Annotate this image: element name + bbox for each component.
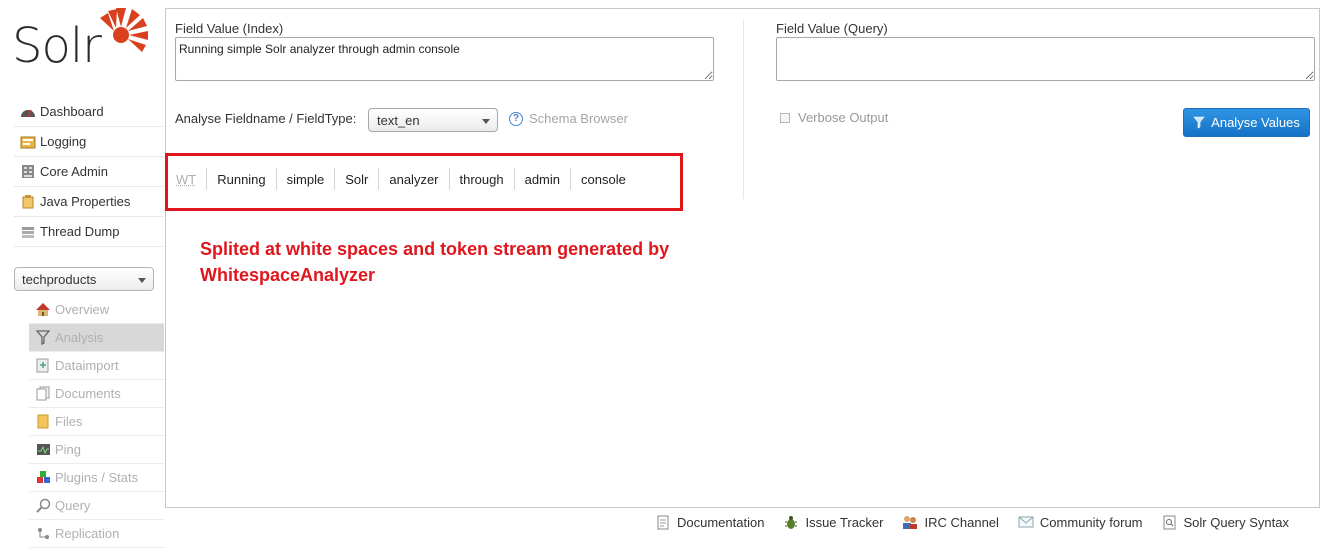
nav-item-thread-dump[interactable]: Thread Dump xyxy=(14,217,163,247)
core-nav-label: Plugins / Stats xyxy=(55,470,139,485)
core-nav: Overview Analysis Dataimport Documents F… xyxy=(29,296,164,548)
overview-icon xyxy=(35,302,51,318)
verbose-checkbox[interactable] xyxy=(780,112,790,123)
token-highlight-box xyxy=(165,153,683,211)
java-properties-icon xyxy=(19,194,37,210)
index-value-textarea[interactable]: Running simple Solr analyzer through adm… xyxy=(175,37,714,81)
sidebar: Solr Dashboard Logging Core Admin Java P… xyxy=(0,0,165,551)
query-field-label: Field Value (Query) xyxy=(776,21,888,36)
core-nav-files[interactable]: Files xyxy=(29,408,164,436)
fieldtype-select[interactable]: text_en xyxy=(368,108,498,132)
footer-link-solr-query-syntax[interactable]: Solr Query Syntax xyxy=(1162,514,1290,530)
annotation-line-1: Splited at white spaces and token stream… xyxy=(200,239,670,259)
core-nav-label: Files xyxy=(55,414,83,429)
plugins-icon xyxy=(35,470,51,486)
core-nav-analysis[interactable]: Analysis xyxy=(29,324,164,352)
core-nav-documents[interactable]: Documents xyxy=(29,380,164,408)
footer-link-label: Community forum xyxy=(1039,514,1143,530)
analyse-values-label: Analyse Values xyxy=(1211,115,1300,130)
annotation-line-2: WhitespaceAnalyzer xyxy=(200,265,376,285)
core-nav-label: Documents xyxy=(55,386,121,401)
fieldtype-select-value: text_en xyxy=(377,112,420,128)
mail-icon xyxy=(1018,514,1034,530)
files-icon xyxy=(35,414,51,430)
core-nav-label: Replication xyxy=(55,526,120,541)
core-admin-icon xyxy=(19,164,37,180)
logging-icon xyxy=(19,134,37,150)
core-selector[interactable]: techproducts xyxy=(14,267,154,291)
footer-link-issue-tracker[interactable]: Issue Tracker xyxy=(783,514,883,530)
query-icon xyxy=(35,498,51,514)
core-nav-overview[interactable]: Overview xyxy=(29,296,164,324)
index-field-label: Field Value (Index) xyxy=(175,21,284,36)
core-nav-label: Ping xyxy=(55,442,82,457)
query-syntax-icon xyxy=(1162,514,1178,530)
column-divider xyxy=(743,19,744,199)
nav-item-label: Logging xyxy=(40,134,87,149)
core-nav-label: Overview xyxy=(55,302,110,317)
ping-icon xyxy=(35,442,51,458)
documentation-icon xyxy=(655,514,671,530)
chevron-down-icon xyxy=(138,278,146,283)
thread-dump-icon xyxy=(19,224,37,240)
analysis-icon xyxy=(35,330,51,346)
fieldtype-label: Analyse Fieldname / FieldType: xyxy=(175,111,357,126)
core-nav-label: Dataimport xyxy=(55,358,119,373)
nav-item-label: Java Properties xyxy=(40,194,131,209)
analyse-values-button[interactable]: Analyse Values xyxy=(1183,108,1310,137)
bug-icon xyxy=(783,514,799,530)
nav-item-label: Dashboard xyxy=(40,104,104,119)
footer-link-label: Documentation xyxy=(677,514,765,530)
nav-item-java-properties[interactable]: Java Properties xyxy=(14,187,163,217)
nav-item-logging[interactable]: Logging xyxy=(14,127,163,157)
footer-link-community-forum[interactable]: Community forum xyxy=(1018,514,1143,530)
verbose-output-toggle[interactable]: Verbose Output xyxy=(780,110,888,125)
core-nav-replication[interactable]: Replication xyxy=(29,520,164,548)
irc-icon xyxy=(902,514,918,530)
footer-link-irc-channel[interactable]: IRC Channel xyxy=(902,514,999,530)
annotation-text: Splited at white spaces and token stream… xyxy=(200,236,720,288)
logo-text: Solr xyxy=(12,18,102,74)
footer-link-label: Issue Tracker xyxy=(805,514,884,530)
footer-link-label: Solr Query Syntax xyxy=(1183,514,1290,530)
dashboard-icon xyxy=(19,104,37,120)
replication-icon xyxy=(35,526,51,542)
core-nav-query[interactable]: Query xyxy=(29,492,164,520)
footer-links: Documentation Issue Tracker IRC Channel … xyxy=(655,514,1289,530)
core-nav-ping[interactable]: Ping xyxy=(29,436,164,464)
nav-item-core-admin[interactable]: Core Admin xyxy=(14,157,163,187)
help-icon: ? xyxy=(509,111,523,126)
core-nav-dataimport[interactable]: Dataimport xyxy=(29,352,164,380)
core-selector-value: techproducts xyxy=(22,271,97,287)
core-nav-label: Analysis xyxy=(55,330,104,345)
dataimport-icon xyxy=(35,358,51,374)
schema-browser-label: Schema Browser xyxy=(529,111,628,126)
chevron-down-icon xyxy=(482,119,490,124)
filter-icon xyxy=(1193,116,1205,129)
verbose-label: Verbose Output xyxy=(798,110,889,125)
schema-browser-link[interactable]: ? Schema Browser xyxy=(509,111,628,126)
solr-logo[interactable]: Solr xyxy=(12,6,148,76)
footer-link-documentation[interactable]: Documentation xyxy=(655,514,764,530)
core-nav-label: Query xyxy=(55,498,91,513)
sun-logo-icon xyxy=(100,8,148,52)
nav-item-label: Core Admin xyxy=(40,164,108,179)
documents-icon xyxy=(35,386,51,402)
core-nav-plugins-stats[interactable]: Plugins / Stats xyxy=(29,464,164,492)
query-value-textarea[interactable] xyxy=(776,37,1315,81)
footer-link-label: IRC Channel xyxy=(924,514,999,530)
nav-item-dashboard[interactable]: Dashboard xyxy=(14,97,163,127)
nav-item-label: Thread Dump xyxy=(40,224,120,239)
main-nav: Dashboard Logging Core Admin Java Proper… xyxy=(14,97,163,247)
